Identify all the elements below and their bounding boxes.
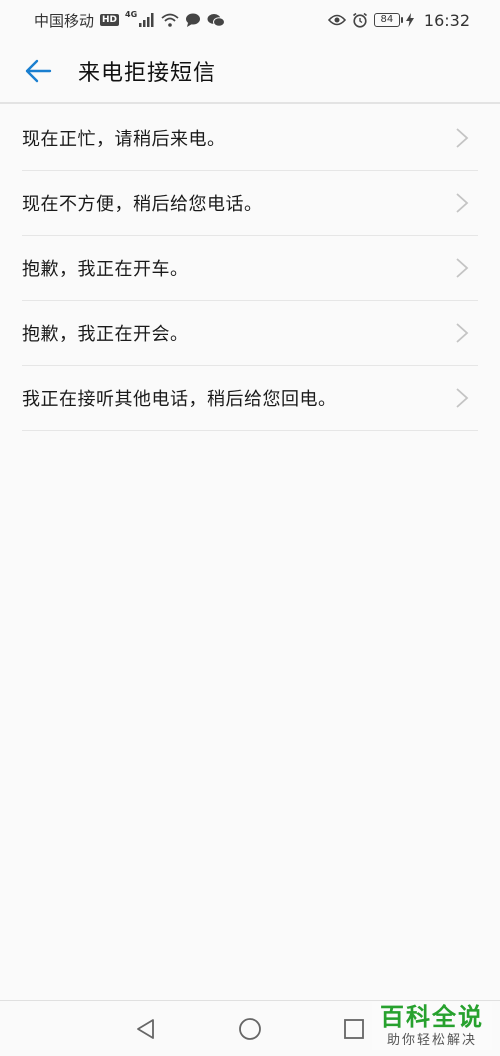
chevron-right-icon <box>456 323 469 343</box>
back-button[interactable] <box>20 53 56 89</box>
reply-label: 现在不方便，稍后给您电话。 <box>22 194 263 215</box>
reply-label: 抱歉，我正在开会。 <box>22 324 189 345</box>
chevron-right-icon <box>456 128 469 148</box>
nav-home-button[interactable] <box>236 1015 264 1043</box>
watermark-title: 百科全说 <box>380 1003 484 1031</box>
charging-icon <box>405 13 414 27</box>
nav-recents-button[interactable] <box>340 1015 368 1043</box>
clock: 16:32 <box>423 10 470 30</box>
status-right: 84 16:32 <box>327 10 470 30</box>
home-circle-icon <box>239 1017 261 1040</box>
recents-square-icon <box>344 1018 364 1039</box>
reply-label: 我正在接听其他电话，稍后给您回电。 <box>22 389 337 410</box>
back-arrow-icon <box>25 59 52 83</box>
list-item[interactable]: 现在正忙，请稍后来电。 <box>22 106 478 171</box>
status-left: 中国移动 HD 4G <box>34 9 226 31</box>
watermark: 百科全说 助你轻松解决 <box>372 1002 492 1050</box>
list-item[interactable]: 抱歉，我正在开会。 <box>22 301 478 366</box>
chevron-right-icon <box>456 193 469 213</box>
list-item[interactable]: 现在不方便，稍后给您电话。 <box>22 171 478 236</box>
signal-icon <box>139 13 155 27</box>
eye-comfort-icon <box>327 14 346 26</box>
battery-icon: 84 <box>373 13 403 27</box>
list-item[interactable]: 抱歉，我正在开车。 <box>22 236 478 301</box>
network-type-label: 4G <box>125 9 138 19</box>
reply-label: 现在正忙，请稍后来电。 <box>22 129 226 150</box>
wechat-icon <box>207 13 226 27</box>
alarm-icon <box>352 12 368 28</box>
page-title: 来电拒接短信 <box>78 61 217 86</box>
chevron-right-icon <box>456 258 469 278</box>
reply-label: 抱歉，我正在开车。 <box>22 259 189 280</box>
carrier-label: 中国移动 <box>34 11 95 30</box>
message-icon <box>185 13 201 27</box>
watermark-subtitle: 助你轻松解决 <box>386 1033 477 1048</box>
list-item[interactable]: 我正在接听其他电话，稍后给您回电。 <box>22 366 478 431</box>
chevron-right-icon <box>456 388 469 408</box>
reply-message-list: 现在正忙，请稍后来电。 现在不方便，稍后给您电话。 抱歉，我正在开车。 抱歉，我… <box>22 106 478 431</box>
wifi-icon <box>161 13 179 27</box>
hd-icon: HD <box>100 14 120 26</box>
back-triangle-icon <box>137 1018 154 1039</box>
status-bar: 中国移动 HD 4G 84 16:32 <box>0 0 500 40</box>
app-header: 来电拒接短信 <box>0 40 500 104</box>
nav-back-button[interactable] <box>132 1015 160 1043</box>
